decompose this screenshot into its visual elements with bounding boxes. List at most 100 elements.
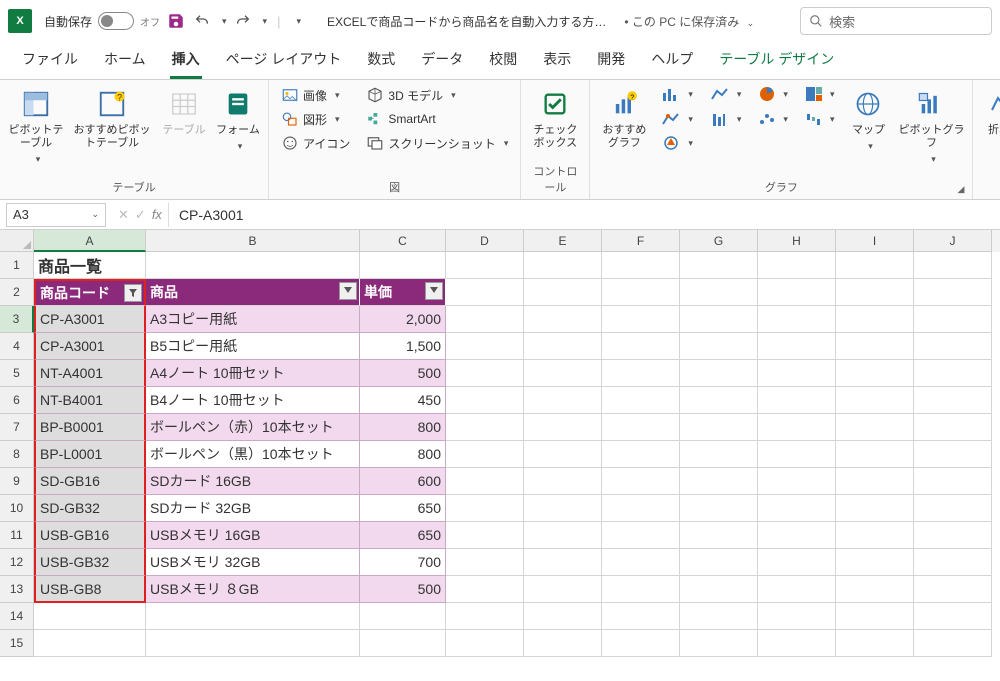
cell-empty[interactable] [602,549,680,576]
cell-empty[interactable] [446,549,524,576]
cell-empty[interactable] [524,279,602,306]
cell-empty[interactable] [446,279,524,306]
cell-empty[interactable] [758,441,836,468]
cell-empty[interactable] [836,576,914,603]
cell-empty[interactable] [836,468,914,495]
cell-empty[interactable] [836,630,914,657]
cell-empty[interactable] [758,603,836,630]
filter-icon[interactable] [124,284,142,302]
cell-empty[interactable] [446,333,524,360]
chart-pie-button[interactable]: ▾ [755,84,792,104]
cell-empty[interactable] [446,630,524,657]
cell-price[interactable]: 800 [360,414,446,441]
cell-empty[interactable] [836,252,914,279]
cancel-icon[interactable]: ✕ [118,207,129,223]
cell-empty[interactable] [680,414,758,441]
cell-empty[interactable] [680,306,758,333]
cell-code[interactable]: NT-A4001 [34,360,146,387]
row-header[interactable]: 4 [0,333,34,360]
cell-empty[interactable] [914,279,992,306]
cell-empty[interactable] [914,576,992,603]
cell-name[interactable]: A4ノート 10冊セット [146,360,360,387]
cell-empty[interactable] [914,468,992,495]
cell-empty[interactable] [446,468,524,495]
cell-name[interactable]: ボールペン（赤）10本セット [146,414,360,441]
cell-price[interactable]: 500 [360,576,446,603]
cell-empty[interactable] [836,387,914,414]
cell-price[interactable]: 450 [360,387,446,414]
cell-empty[interactable] [446,387,524,414]
cell-empty[interactable] [758,414,836,441]
cell-empty[interactable] [914,495,992,522]
header-name[interactable]: 商品 [146,279,360,306]
cell-empty[interactable] [758,387,836,414]
cell-price[interactable]: 600 [360,468,446,495]
cell-empty[interactable] [524,441,602,468]
cell-empty[interactable] [914,549,992,576]
cell-empty[interactable] [34,630,146,657]
cell-empty[interactable] [680,522,758,549]
cell-empty[interactable] [758,306,836,333]
row-header[interactable]: 2 [0,279,34,306]
name-box[interactable]: A3 ⌄ [6,203,106,227]
cell-empty[interactable] [836,279,914,306]
cell-empty[interactable] [914,387,992,414]
cell-code[interactable]: USB-GB16 [34,522,146,549]
cell-empty[interactable] [146,603,360,630]
recommended-pivot-button[interactable]: ? おすすめピボットテーブル [72,84,152,150]
cell-empty[interactable] [836,522,914,549]
cell-empty[interactable] [836,603,914,630]
tab-home[interactable]: ホーム [92,41,158,79]
3dmodel-button[interactable]: 3D モデル▾ [362,84,512,106]
cell-empty[interactable] [680,495,758,522]
chart-scatter-button[interactable]: ▾ [755,110,792,128]
row-header[interactable]: 15 [0,630,34,657]
redo-dropdown-icon[interactable]: ▾ [263,16,268,27]
cell-empty[interactable] [680,630,758,657]
select-all-button[interactable] [0,230,34,252]
cell-empty[interactable] [524,522,602,549]
sparkline-line-button[interactable]: 折れ線 [981,84,1000,137]
chart-statistic-button[interactable]: ▾ [707,110,746,128]
cell-empty[interactable] [446,306,524,333]
cell-empty[interactable] [146,252,360,279]
cell-code[interactable]: BP-L0001 [34,441,146,468]
cell-empty[interactable] [524,603,602,630]
pictures-button[interactable]: 画像▾ [277,84,354,106]
undo-dropdown-icon[interactable]: ▾ [222,16,227,27]
cell-empty[interactable] [602,333,680,360]
cell-empty[interactable] [524,576,602,603]
chart-line-button[interactable]: ▾ [707,84,746,104]
pivottable-button[interactable]: ピボットテーブル▾ [8,84,64,165]
cell-empty[interactable] [836,333,914,360]
icons-button[interactable]: アイコン [277,132,354,154]
cell-empty[interactable] [524,360,602,387]
row-header[interactable]: 1 [0,252,34,279]
cell-empty[interactable] [836,306,914,333]
forms-button[interactable]: フォーム▾ [216,84,260,152]
cell-empty[interactable] [836,549,914,576]
header-code[interactable]: 商品コード [34,279,146,306]
spreadsheet-grid[interactable]: A B C D E F G H I J 1 商品一覧 2 商品コード 商品 単価… [0,230,1000,678]
cell-empty[interactable] [758,495,836,522]
dialog-launcher-icon[interactable]: ◢ [958,184,965,195]
tab-table-design[interactable]: テーブル デザイン [707,41,846,79]
cell-empty[interactable] [602,414,680,441]
cell-code[interactable]: NT-B4001 [34,387,146,414]
autosave-toggle[interactable]: 自動保存 オフ [44,12,160,30]
chart-hierarchy-button[interactable]: ▾ [658,110,697,128]
cell-empty[interactable] [34,603,146,630]
checkbox-button[interactable]: チェックボックス [529,84,581,150]
cell-empty[interactable] [914,306,992,333]
fx-icon[interactable]: fx [152,207,162,222]
col-header-A[interactable]: A [34,230,146,252]
col-header-D[interactable]: D [446,230,524,252]
cell-price[interactable]: 700 [360,549,446,576]
cell-code[interactable]: USB-GB32 [34,549,146,576]
cell-empty[interactable] [680,576,758,603]
cell-name[interactable]: USBメモリ 16GB [146,522,360,549]
cell-empty[interactable] [602,603,680,630]
cell-name[interactable]: B4ノート 10冊セット [146,387,360,414]
cell-empty[interactable] [836,414,914,441]
cell-empty[interactable] [524,306,602,333]
